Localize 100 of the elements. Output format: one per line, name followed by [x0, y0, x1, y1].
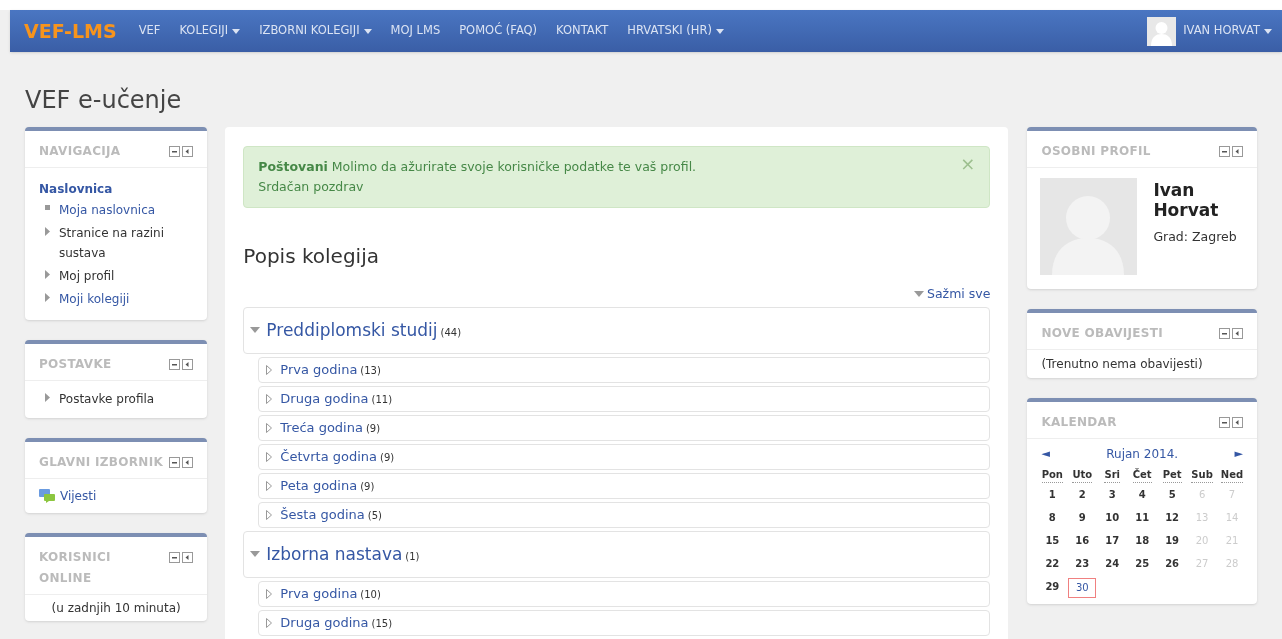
block-title: KORISNICI ONLINE: [39, 549, 112, 587]
calendar-day[interactable]: 2: [1067, 486, 1098, 506]
block-controls-icon[interactable]: [169, 146, 194, 157]
expand-arrow-icon[interactable]: [45, 227, 50, 236]
bullet-icon: [45, 205, 50, 210]
subcategory-row[interactable]: Prva godina (13): [258, 356, 991, 383]
category-row[interactable]: Preddiplomski studij (44): [243, 306, 991, 354]
weekday-label: Ned: [1220, 467, 1244, 483]
next-month-button[interactable]: ►: [1234, 445, 1243, 463]
nav-link[interactable]: MOJ LMS: [390, 22, 441, 40]
block-controls-icon[interactable]: [1219, 328, 1243, 339]
course-count: (13): [360, 364, 381, 379]
expand-arrow-icon[interactable]: [266, 393, 273, 404]
caret-icon: [914, 291, 924, 298]
collapse-arrow-icon[interactable]: [250, 551, 261, 558]
subcategory-row[interactable]: Šesta godina (5): [258, 501, 991, 528]
subcategory-row[interactable]: Peta godina (9): [258, 472, 991, 499]
expand-arrow-icon[interactable]: [45, 293, 50, 302]
previous-month-button[interactable]: ◄: [1041, 445, 1050, 463]
section-heading: Popis kolegija: [243, 243, 380, 270]
user-name: Horvat: [1153, 200, 1220, 220]
block-controls-icon[interactable]: [1219, 417, 1243, 428]
expand-arrow-icon[interactable]: [266, 422, 273, 433]
calendar-day[interactable]: 16: [1067, 532, 1098, 552]
calendar-day[interactable]: 25: [1127, 555, 1158, 575]
calendar-day[interactable]: 8: [1037, 509, 1068, 529]
weekday-label: Pet: [1162, 467, 1182, 483]
calendar-day[interactable]: 5: [1157, 486, 1188, 506]
course-count: (10): [360, 588, 381, 603]
nav-item[interactable]: Moja naslovnica: [59, 200, 156, 220]
subcategory-row[interactable]: Prva godina (10): [258, 580, 991, 607]
calendar-day[interactable]: 10: [1097, 509, 1128, 529]
weekday-label: Sub: [1191, 467, 1213, 483]
calendar-day[interactable]: 30: [1068, 578, 1097, 598]
course-count: (15): [371, 617, 393, 632]
subcategory-row[interactable]: Treća godina (9): [258, 414, 991, 441]
calendar-day[interactable]: 19: [1157, 532, 1188, 552]
nav-item[interactable]: Naslovnica: [39, 178, 194, 200]
caret-icon: [1264, 28, 1272, 34]
avatar-icon: [1040, 178, 1138, 275]
weekday-label: Uto: [1072, 467, 1093, 483]
expand-arrow-icon[interactable]: [266, 509, 273, 520]
expand-arrow-icon[interactable]: [266, 364, 273, 375]
nav-link[interactable]: POMOĆ (FAQ): [459, 22, 538, 40]
nav-item[interactable]: Stranice na razini sustava: [59, 223, 194, 263]
calendar-day[interactable]: 9: [1067, 509, 1098, 529]
block-title: GLAVNI IZBORNIK: [39, 454, 163, 471]
expand-arrow-icon[interactable]: [45, 393, 50, 402]
course-count: (1): [405, 549, 420, 564]
block-title: OSOBNI PROFIL: [1041, 143, 1151, 160]
nav-link[interactable]: KOLEGIJI: [179, 22, 241, 40]
calendar-day[interactable]: 1: [1037, 486, 1068, 506]
nav-link[interactable]: KONTAKT: [556, 22, 609, 40]
nav-item[interactable]: Postavke profila: [59, 389, 155, 409]
block-title: NAVIGACIJA: [39, 143, 121, 160]
expand-arrow-icon[interactable]: [266, 451, 273, 462]
calendar-day[interactable]: 29: [1037, 578, 1068, 598]
expand-arrow-icon[interactable]: [266, 617, 273, 628]
calendar-day[interactable]: 11: [1127, 509, 1158, 529]
block-controls-icon[interactable]: [169, 457, 194, 468]
expand-arrow-icon[interactable]: [45, 270, 50, 279]
calendar-day[interactable]: 17: [1097, 532, 1128, 552]
calendar-day[interactable]: 26: [1157, 555, 1188, 575]
block-controls-icon[interactable]: [169, 359, 194, 370]
nav-link[interactable]: VEF: [138, 22, 161, 40]
calendar-day[interactable]: 18: [1127, 532, 1158, 552]
calendar-day[interactable]: 3: [1097, 486, 1128, 506]
menu-item[interactable]: Vijesti: [39, 483, 194, 509]
collapse-all-link[interactable]: Sažmi sve: [914, 285, 991, 304]
nav-item[interactable]: Moj profil: [59, 266, 115, 286]
subcategory-row[interactable]: Druga godina (11): [258, 385, 991, 412]
avatar-icon: [1147, 16, 1177, 46]
weekday-label: Sri: [1104, 467, 1120, 483]
calendar-day[interactable]: 12: [1157, 509, 1188, 529]
block-controls-icon[interactable]: [169, 552, 194, 563]
expand-arrow-icon[interactable]: [266, 588, 273, 599]
calendar-day[interactable]: 15: [1037, 532, 1068, 552]
subcategory-row[interactable]: Četvrta godina (9): [258, 443, 991, 470]
block-controls-icon[interactable]: [1219, 146, 1243, 157]
block-title: KALENDAR: [1041, 414, 1117, 431]
weekday-label: Pon: [1041, 467, 1063, 483]
calendar-day[interactable]: 24: [1097, 555, 1128, 575]
calendar-day[interactable]: 4: [1127, 486, 1158, 506]
nav-link[interactable]: IZBORNI KOLEGIJI: [259, 22, 372, 40]
collapse-arrow-icon[interactable]: [250, 327, 261, 334]
user-menu[interactable]: IVAN HORVAT: [1147, 16, 1272, 46]
page-title: VEF e-učenje: [25, 85, 183, 116]
alert-message: Poštovani Molimo da ažurirate svoje korisničke podatke te vaš profil.: [258, 158, 697, 176]
calendar-day[interactable]: 23: [1067, 555, 1098, 575]
course-count: (9): [380, 451, 395, 466]
expand-arrow-icon[interactable]: [266, 480, 273, 491]
nav-item[interactable]: Moji kolegiji: [59, 289, 130, 309]
category-row[interactable]: Izborna nastava (1): [243, 530, 991, 578]
chat-icon: [39, 489, 55, 503]
user-name: Ivan: [1153, 180, 1196, 200]
subcategory-row[interactable]: Druga godina (15): [258, 609, 991, 636]
info-text: (Trenutno nema obavijesti): [1041, 356, 1204, 373]
course-count: (9): [365, 422, 381, 437]
nav-link[interactable]: HRVATSKI (HR): [627, 22, 724, 40]
calendar-day[interactable]: 22: [1037, 555, 1068, 575]
